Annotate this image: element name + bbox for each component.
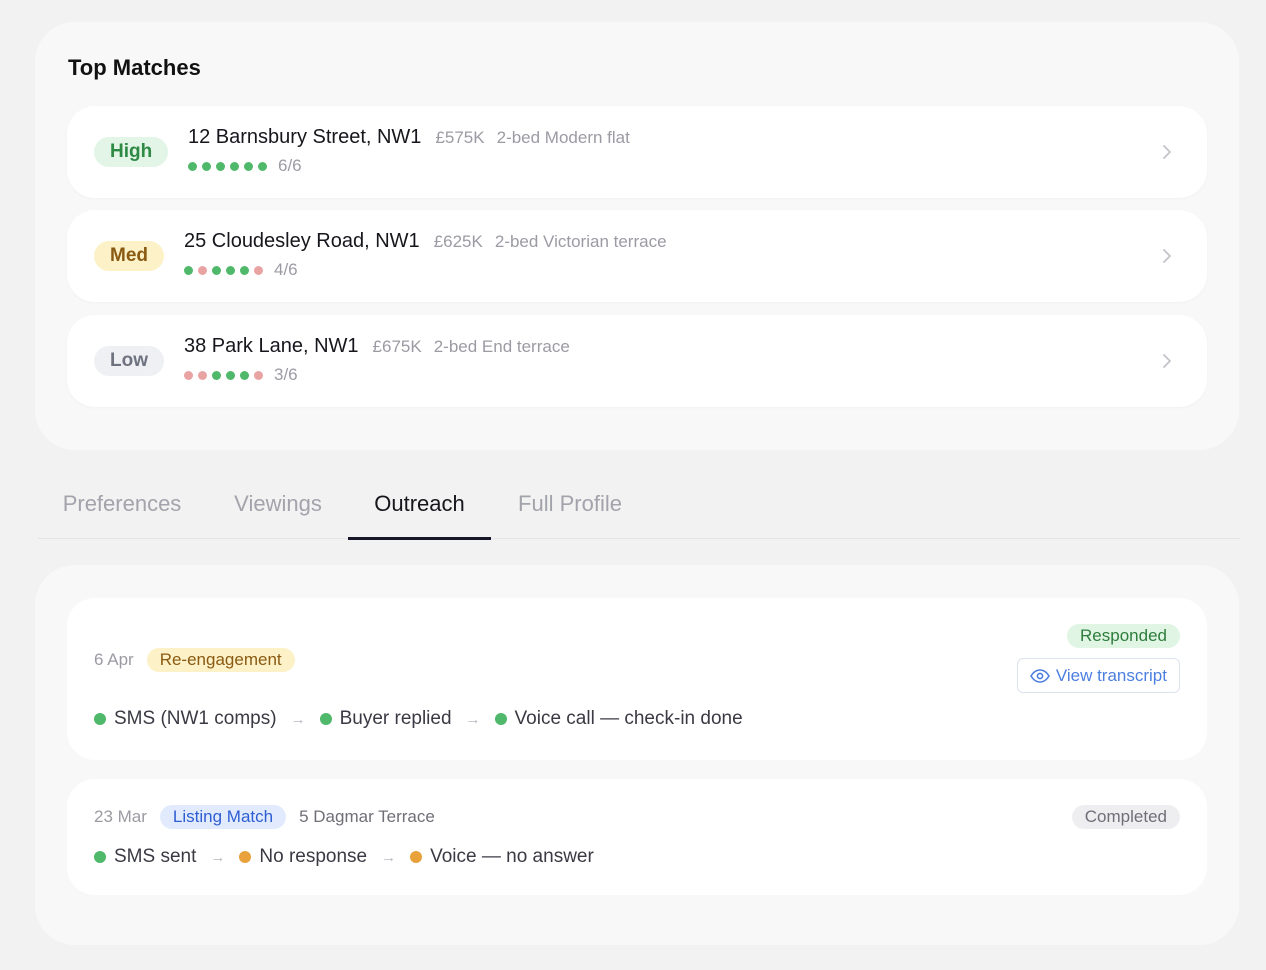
- score-dot: [198, 265, 207, 275]
- status-badge-completed: Completed: [1071, 805, 1180, 829]
- entry-date: 23 Mar: [94, 807, 147, 826]
- outreach-panel: 6 Apr Re-engagement Responded View trans…: [35, 565, 1239, 945]
- status-dot: [94, 713, 106, 725]
- outreach-steps: SMS (NW1 comps) → Buyer replied → Voice …: [94, 708, 743, 730]
- score-dot: [202, 161, 211, 171]
- status-dot: [239, 851, 252, 863]
- tab-viewings[interactable]: Viewings: [231, 470, 325, 538]
- match-price: £675K: [372, 337, 422, 356]
- score-dot: [226, 370, 235, 380]
- match-score-dots: [184, 265, 263, 275]
- score-dot: [258, 161, 267, 171]
- match-info: 25 Cloudesley Road, NW1 £625K 2-bed Vict…: [184, 230, 667, 278]
- entry-property: 5 Dagmar Terrace: [299, 807, 435, 826]
- match-info: 12 Barnsbury Street, NW1 £575K 2-bed Mod…: [188, 126, 630, 174]
- status-badge-responded: Responded: [1067, 624, 1180, 648]
- status-dot: [319, 713, 332, 725]
- match-address: 12 Barnsbury Street, NW1: [188, 126, 422, 148]
- match-type: 2-bed Modern flat: [496, 128, 630, 147]
- campaign-tag: Listing Match: [159, 805, 287, 829]
- arrow-right-icon: →: [210, 848, 226, 866]
- tab-preferences[interactable]: Preferences: [61, 470, 183, 538]
- match-row-barnsbury[interactable]: High 12 Barnsbury Street, NW1 £575K 2-be…: [67, 106, 1207, 198]
- match-info: 38 Park Lane, NW1 £675K 2-bed End terrac…: [184, 335, 570, 383]
- chevron-right-icon[interactable]: [1157, 351, 1177, 371]
- outreach-entry-re-engagement: 6 Apr Re-engagement Responded View trans…: [67, 598, 1207, 760]
- view-transcript-label: View transcript: [1055, 665, 1167, 685]
- step-item: SMS (NW1 comps): [94, 708, 277, 730]
- score-dot: [212, 265, 221, 275]
- score-dot: [198, 370, 207, 380]
- step-label: Buyer replied: [339, 708, 452, 729]
- top-matches-card: Top Matches High 12 Barnsbury Street, NW…: [35, 22, 1239, 450]
- match-row-cloudesley[interactable]: Med 25 Cloudesley Road, NW1 £625K 2-bed …: [67, 210, 1207, 302]
- arrow-right-icon: →: [290, 710, 306, 728]
- step-label: Voice — no answer: [430, 846, 594, 867]
- score-dot: [254, 370, 263, 380]
- score-dot: [212, 370, 221, 380]
- match-score: 6/6: [278, 156, 302, 175]
- score-dot: [184, 265, 193, 275]
- step-item: Buyer replied: [319, 708, 452, 730]
- status-dot: [94, 851, 106, 863]
- score-dot: [226, 265, 235, 275]
- step-label: Voice call — check-in done: [514, 708, 743, 729]
- match-type: 2-bed Victorian terrace: [494, 232, 667, 251]
- step-item: SMS sent: [94, 846, 196, 868]
- score-dot: [240, 370, 249, 380]
- score-dot: [254, 265, 263, 275]
- match-price: £625K: [433, 232, 483, 251]
- profile-tabs: Preferences Viewings Outreach Full Profi…: [38, 470, 1240, 540]
- score-dot: [240, 265, 249, 275]
- tab-outreach[interactable]: Outreach: [348, 470, 491, 540]
- outreach-entry-listing-match: 23 Mar Listing Match 5 Dagmar Terrace Co…: [67, 779, 1207, 895]
- match-row-park-lane[interactable]: Low 38 Park Lane, NW1 £675K 2-bed End te…: [67, 315, 1207, 407]
- status-dot: [410, 851, 423, 863]
- score-dot: [216, 161, 225, 171]
- score-dot: [244, 161, 253, 171]
- match-badge-low: Low: [94, 346, 164, 376]
- score-dot: [188, 161, 197, 171]
- match-address: 38 Park Lane, NW1: [184, 335, 359, 357]
- status-dot: [494, 713, 507, 725]
- score-dot: [184, 370, 193, 380]
- match-score: 3/6: [274, 365, 298, 384]
- match-score: 4/6: [274, 260, 298, 279]
- step-item: No response: [239, 846, 367, 868]
- chevron-right-icon[interactable]: [1157, 246, 1177, 266]
- view-transcript-button[interactable]: View transcript: [1016, 658, 1180, 693]
- arrow-right-icon: →: [381, 848, 397, 866]
- match-address: 25 Cloudesley Road, NW1: [184, 230, 420, 252]
- entry-date: 6 Apr: [94, 650, 134, 669]
- match-badge-high: High: [94, 137, 169, 167]
- match-badge-med: Med: [94, 241, 164, 271]
- step-label: SMS (NW1 comps): [114, 708, 277, 729]
- match-score-dots: [184, 370, 263, 380]
- step-label: No response: [259, 846, 368, 867]
- step-item: Voice call — check-in done: [494, 708, 743, 730]
- eye-icon: [1029, 668, 1050, 683]
- match-score-dots: [188, 161, 267, 171]
- outreach-steps: SMS sent → No response → Voice — no answ…: [94, 846, 594, 868]
- step-label: SMS sent: [114, 846, 197, 867]
- match-type: 2-bed End terrace: [433, 337, 570, 356]
- score-dot: [230, 161, 239, 171]
- tab-full-profile[interactable]: Full Profile: [515, 470, 625, 538]
- step-item: Voice — no answer: [410, 846, 594, 868]
- chevron-right-icon[interactable]: [1157, 142, 1177, 162]
- arrow-right-icon: →: [465, 710, 481, 728]
- match-price: £575K: [435, 128, 485, 147]
- campaign-tag: Re-engagement: [146, 648, 295, 672]
- top-matches-title: Top Matches: [68, 55, 201, 80]
